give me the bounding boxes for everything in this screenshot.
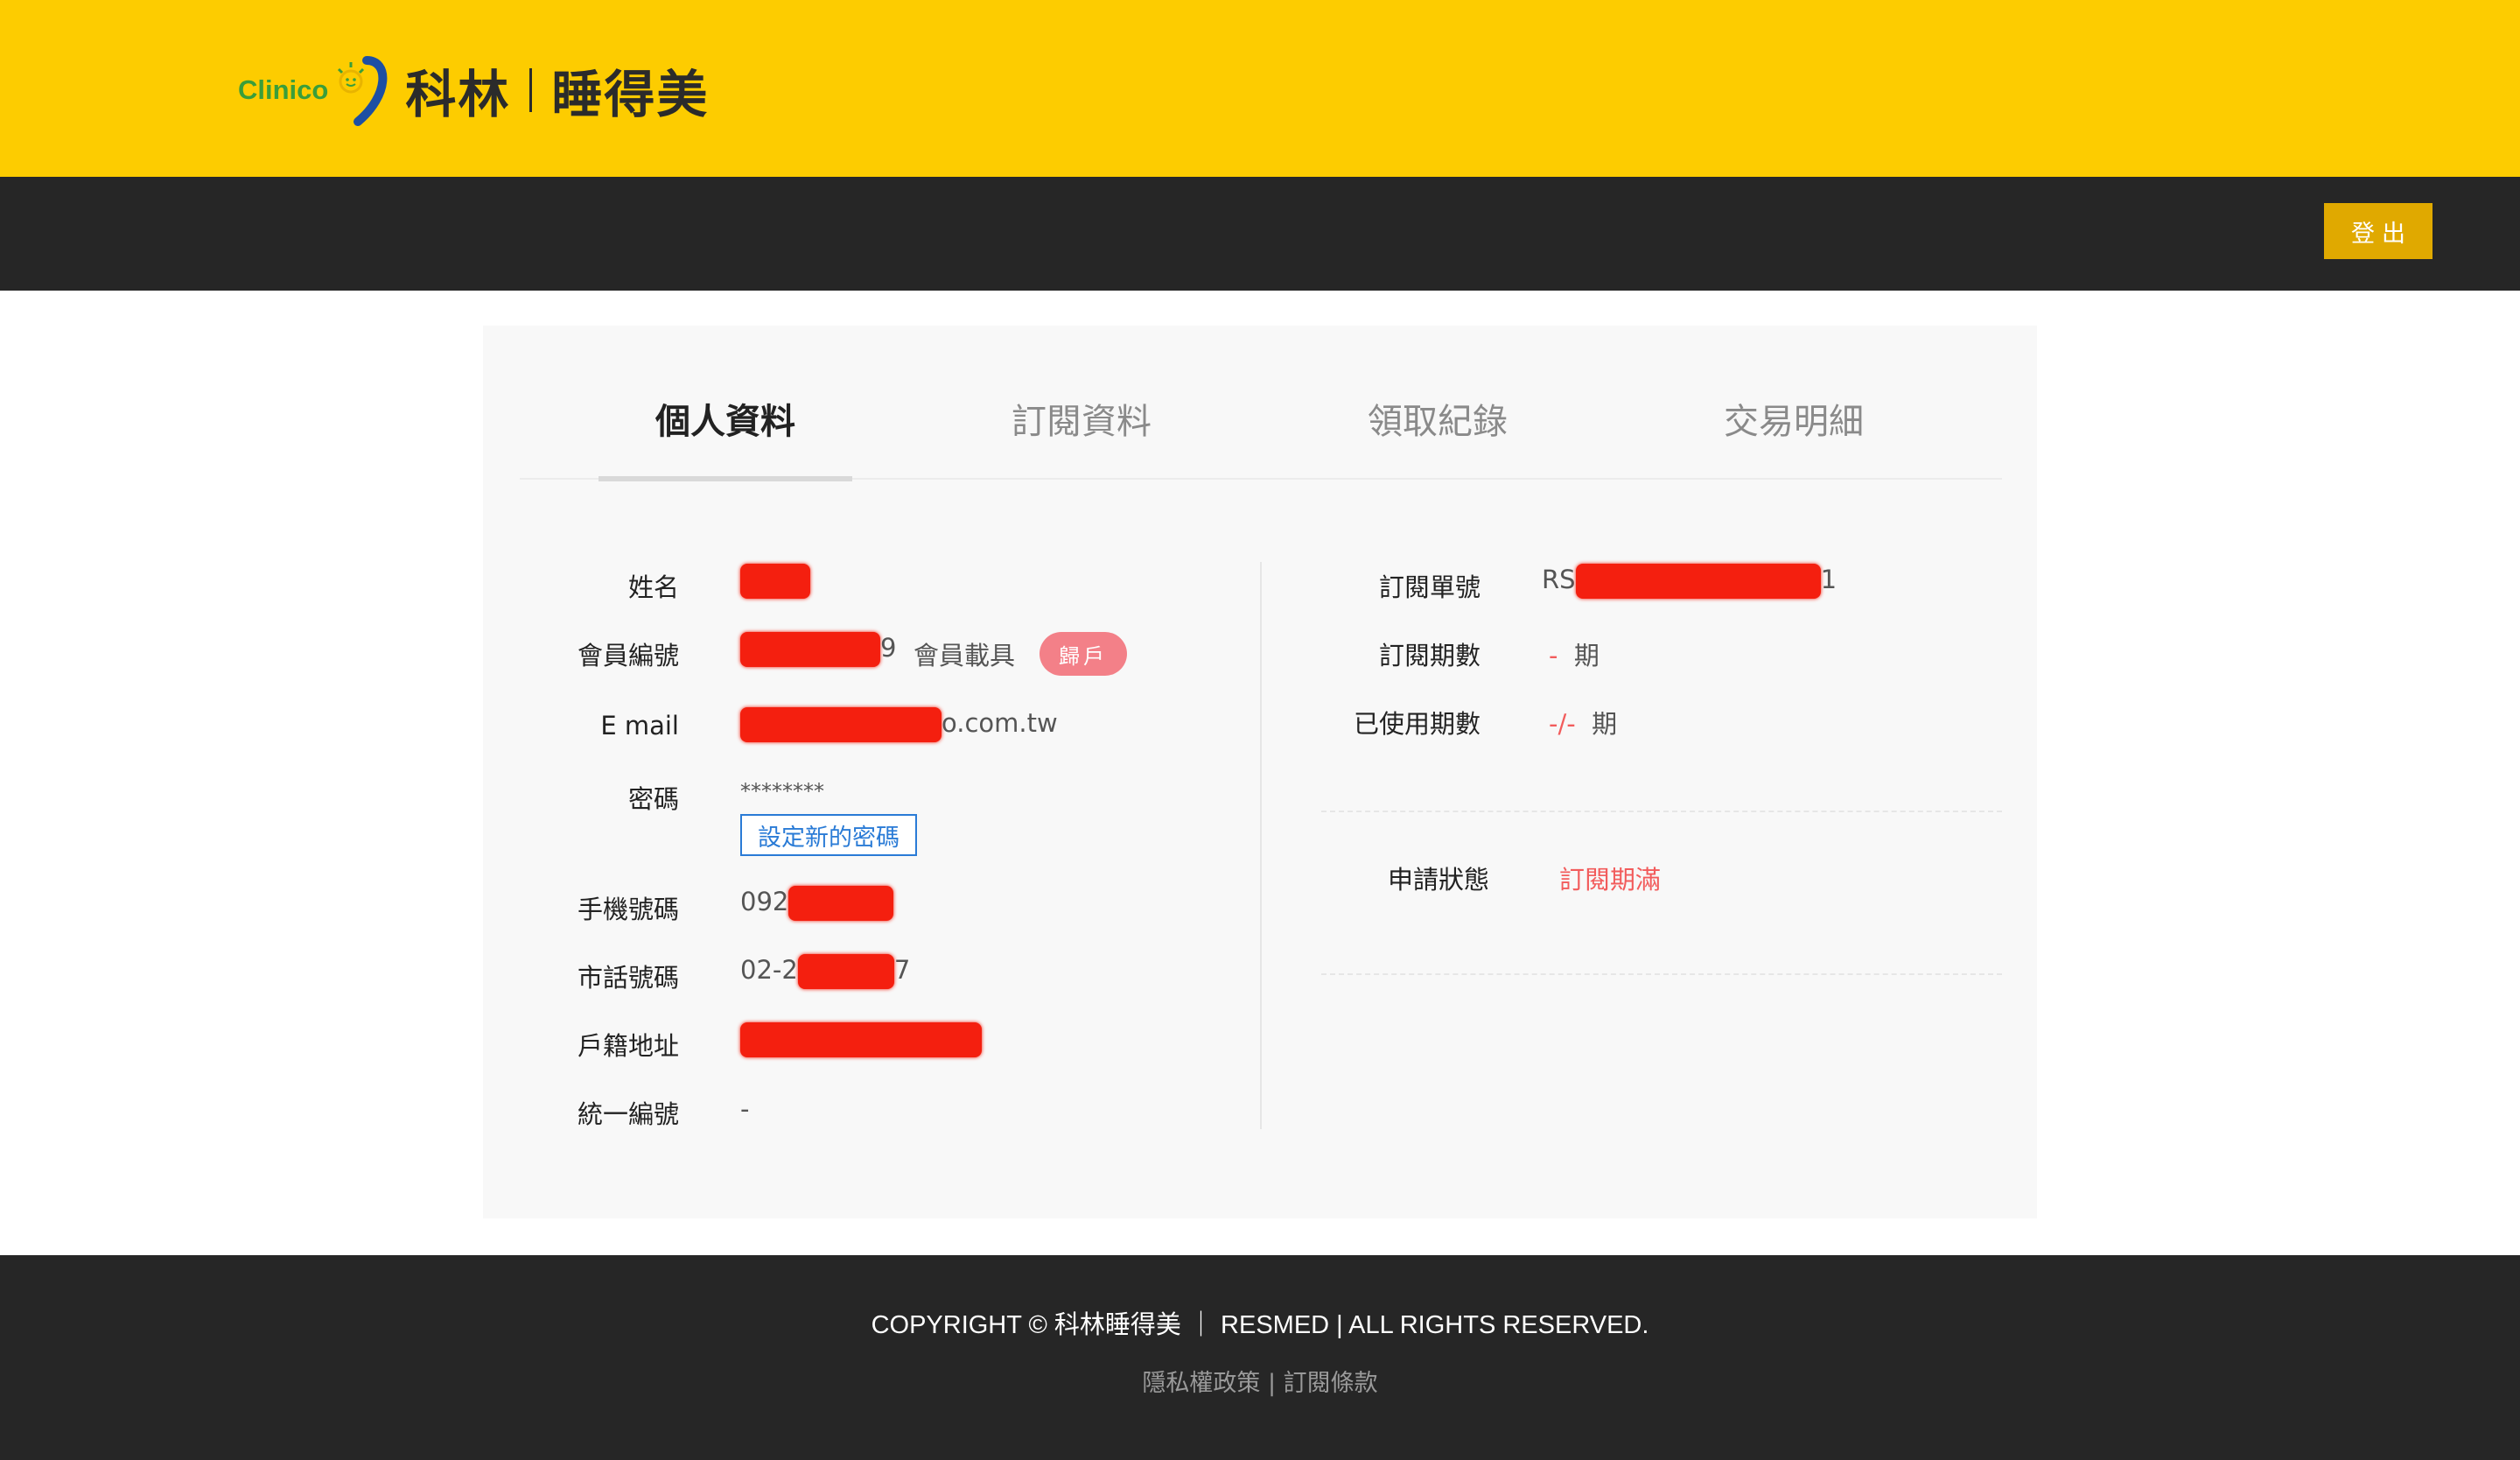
tab-transaction-details[interactable]: 交易明細 xyxy=(1667,378,1921,480)
phone-label: 市話號碼 xyxy=(577,963,679,993)
tax-id-value: - xyxy=(740,1094,750,1124)
nav-bar: 登出 xyxy=(0,177,2520,291)
footer-link-separator: | xyxy=(1260,1370,1284,1397)
carrier-status-badge: 歸戶 xyxy=(1040,632,1127,676)
order-no-label: 訂閱單號 xyxy=(1378,572,1480,602)
member-id-label: 會員編號 xyxy=(577,641,679,670)
periods-value: - 期 xyxy=(1549,641,1600,670)
divider-dashed-bottom xyxy=(1321,973,2002,975)
name-value xyxy=(740,564,810,599)
redacted-address xyxy=(740,1022,982,1057)
password-label: 密碼 xyxy=(627,784,679,814)
divider-dashed xyxy=(1321,811,2002,812)
tax-id-label: 統一編號 xyxy=(577,1099,679,1129)
redacted-name xyxy=(740,564,810,599)
redacted-email xyxy=(740,707,942,742)
email-value: o.com.tw xyxy=(740,707,1058,742)
tab-pickup-records[interactable]: 領取紀錄 xyxy=(1311,378,1564,480)
privacy-policy-link[interactable]: 隱私權政策 xyxy=(1142,1370,1260,1397)
address-value xyxy=(740,1022,982,1057)
redacted-phone xyxy=(797,954,894,989)
tab-personal-info[interactable]: 個人資料 xyxy=(598,378,852,481)
order-no-value: RS 1 xyxy=(1542,564,1837,599)
tab-bar: 個人資料 訂閱資料 領取紀錄 交易明細 xyxy=(520,378,2002,481)
status-label: 申請狀態 xyxy=(1387,865,1489,895)
set-new-password-button[interactable]: 設定新的密碼 xyxy=(740,814,917,856)
logo-text-right: 睡得美 xyxy=(551,65,710,124)
redacted-mobile xyxy=(788,886,894,921)
mobile-value: 092 xyxy=(740,886,894,921)
member-id-value: 9 xyxy=(740,632,896,667)
address-label: 戶籍地址 xyxy=(577,1031,679,1061)
logo-divider xyxy=(529,68,533,112)
redacted-order-no xyxy=(1575,564,1821,599)
top-header: Clinico 科林 睡得美 xyxy=(0,0,2520,177)
account-card: 個人資料 訂閱資料 領取紀錄 交易明細 姓名 會員編號 9 會員載具 歸戶 E … xyxy=(483,326,2037,1218)
column-divider xyxy=(1260,562,1262,1129)
copyright-text: COPYRIGHT © 科林睡得美 ｜ RESMED | ALL RIGHTS … xyxy=(871,1311,1649,1339)
tab-subscription-info[interactable]: 訂閱資料 xyxy=(955,378,1208,480)
logout-button[interactable]: 登出 xyxy=(2324,203,2432,259)
password-value: ******** xyxy=(740,779,824,804)
periods-label: 訂閱期數 xyxy=(1378,641,1480,670)
used-periods-value: -/- 期 xyxy=(1549,709,1618,739)
member-carrier-label: 會員載具 xyxy=(914,641,1016,670)
logo-latin-text: Clinico xyxy=(238,74,329,105)
email-label: E mail xyxy=(600,711,679,741)
logo-text-left: 科林 xyxy=(405,65,511,124)
redacted-member-id xyxy=(740,632,880,667)
brand-logo[interactable]: Clinico 科林 睡得美 xyxy=(238,51,709,130)
status-value: 訂閱期滿 xyxy=(1559,865,1662,895)
used-periods-label: 已使用期數 xyxy=(1353,709,1480,739)
footer: COPYRIGHT © 科林睡得美 ｜ RESMED | ALL RIGHTS … xyxy=(0,1255,2520,1460)
name-label: 姓名 xyxy=(627,572,679,602)
sun-smile-icon xyxy=(338,56,388,126)
subscription-terms-link[interactable]: 訂閱條款 xyxy=(1284,1370,1378,1397)
mobile-label: 手機號碼 xyxy=(577,895,679,924)
phone-value: 02-2 7 xyxy=(740,954,910,989)
footer-links: 隱私權政策 | 訂閱條款 xyxy=(0,1364,2520,1398)
